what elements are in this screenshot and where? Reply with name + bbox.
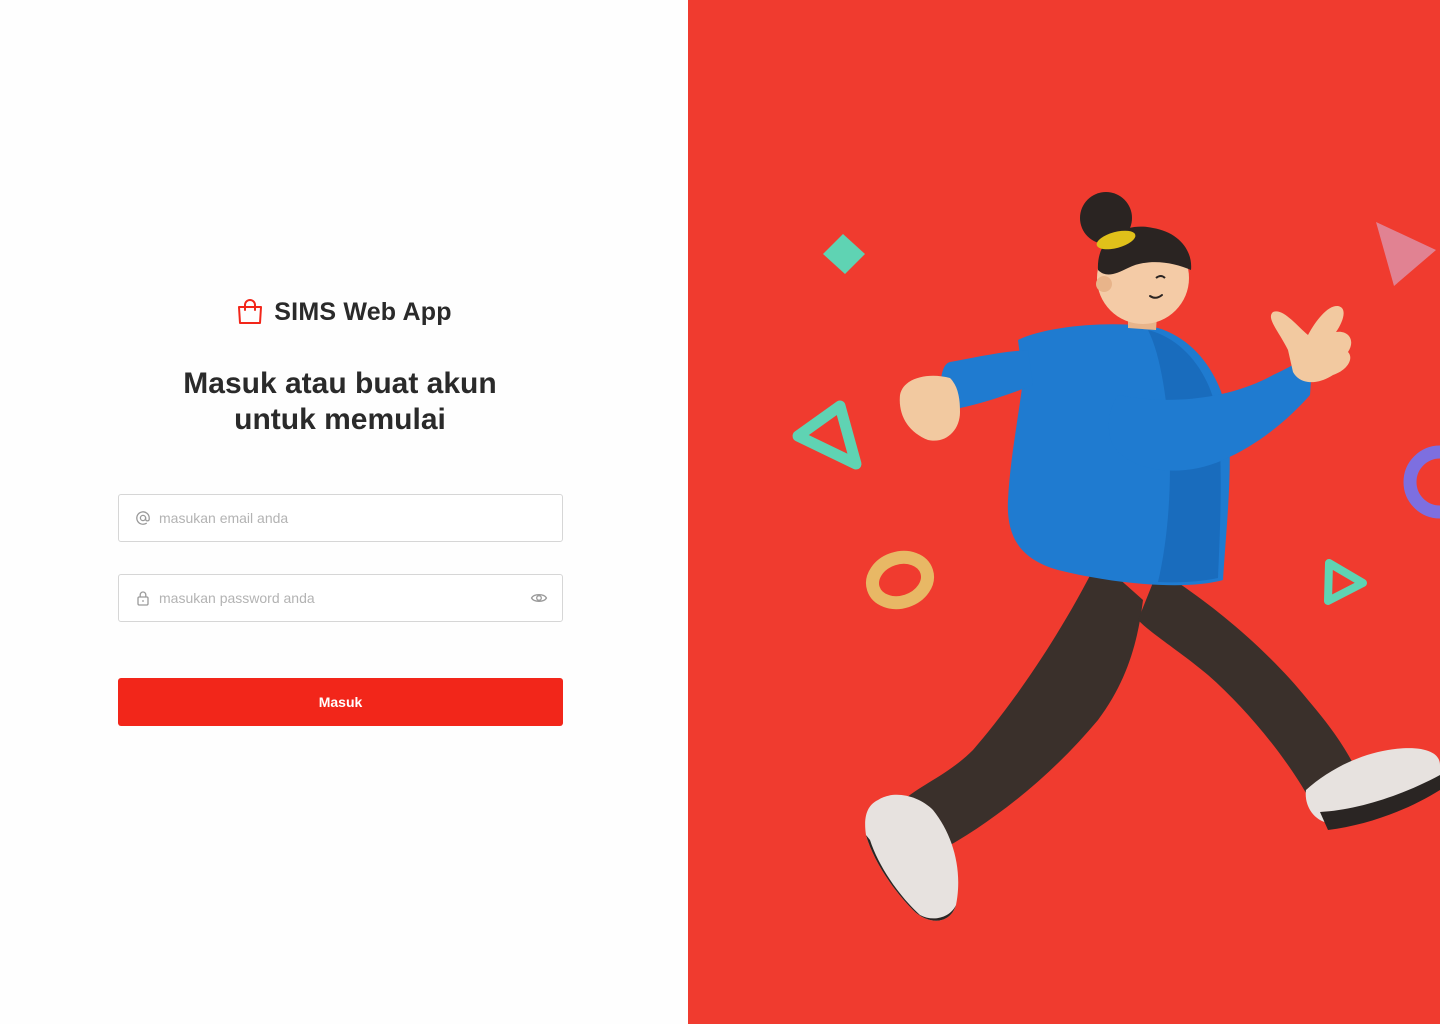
app-name: SIMS Web App: [274, 297, 452, 326]
illustration-panel: [688, 0, 1440, 1024]
pink-triangle-shape: [1376, 222, 1436, 286]
email-input[interactable]: [159, 495, 548, 541]
eye-icon[interactable]: [530, 589, 548, 607]
teal-triangle-shape-left: [792, 400, 862, 470]
illustration: [792, 192, 1440, 921]
login-button[interactable]: Masuk: [118, 678, 563, 726]
heading-line-2: untuk memulai: [234, 403, 446, 436]
password-input[interactable]: [159, 575, 530, 621]
teal-diamond-shape: [823, 234, 865, 274]
at-sign-icon: [135, 510, 151, 526]
left-leg: [904, 560, 1143, 852]
yellow-ring-shape: [866, 550, 934, 610]
password-field: [118, 574, 563, 622]
lock-icon: [135, 590, 151, 606]
left-fist: [899, 375, 960, 441]
page-title: Masuk atau buat akun untuk memulai: [0, 366, 680, 438]
shopping-bag-icon: [236, 299, 264, 325]
purple-ring-shape: [1403, 445, 1440, 519]
teal-triangle-shape-right: [1324, 559, 1367, 605]
login-panel: SIMS Web App Masuk atau buat akun untuk …: [0, 0, 688, 1024]
ear: [1096, 276, 1112, 292]
heading-line-1: Masuk atau buat akun: [183, 367, 497, 400]
email-field: [118, 494, 563, 542]
brand: SIMS Web App: [0, 294, 688, 330]
